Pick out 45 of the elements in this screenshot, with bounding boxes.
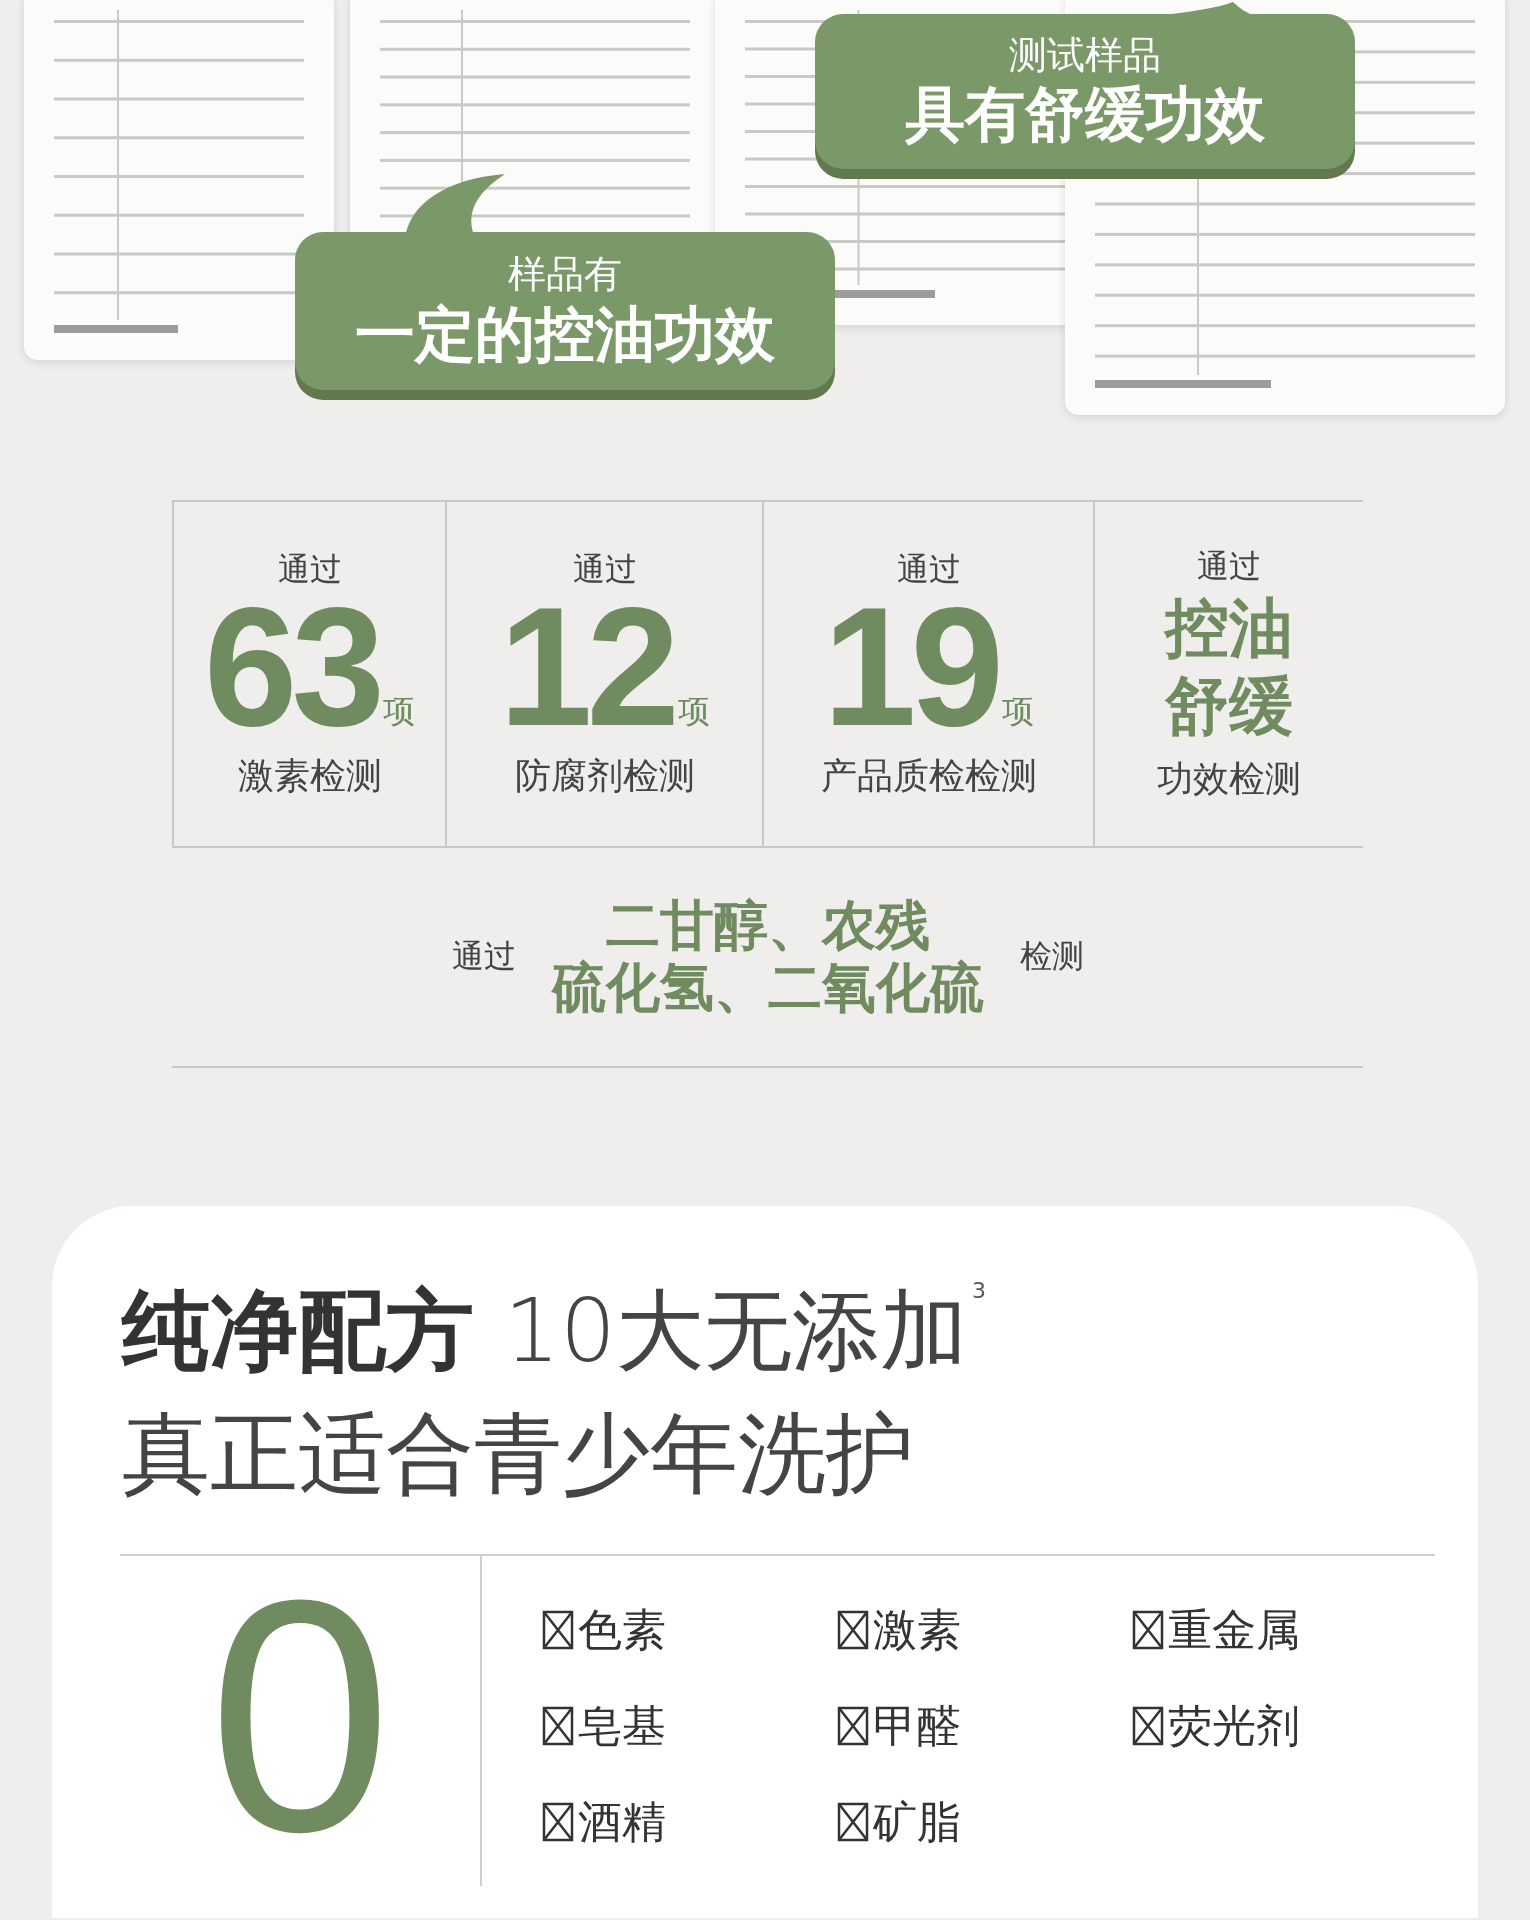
formula-title: 纯净配方 xyxy=(122,1278,474,1384)
free-of-item: 激素 xyxy=(873,1606,961,1654)
passed-item: 硫化氢、二氧化硫 xyxy=(551,957,984,1019)
stat-unit: 项 xyxy=(677,690,710,732)
callout-headline: 具有舒缓功效 xyxy=(905,78,1265,151)
stat-highlight: 舒缓 xyxy=(1165,667,1293,745)
stat-number: 12 xyxy=(499,591,674,742)
stat-label: 激素检测 xyxy=(237,753,382,798)
callout-caption: 样品有 xyxy=(508,252,622,298)
crossed-box-icon xyxy=(542,1802,574,1842)
stat-highlight: 控油 xyxy=(1165,589,1293,667)
crossed-box-icon xyxy=(837,1610,869,1650)
crossed-box-icon xyxy=(837,1706,869,1746)
stat-prefix: 通过 xyxy=(896,548,961,590)
free-of-item: 重金属 xyxy=(1168,1606,1300,1654)
stat-prefix: 通过 xyxy=(1197,545,1261,587)
stat-label: 防腐剂检测 xyxy=(514,753,695,798)
crossed-box-icon xyxy=(542,1610,574,1650)
stat-unit: 项 xyxy=(1001,690,1034,732)
callout-caption: 测试样品 xyxy=(1009,32,1161,79)
crossed-box-icon xyxy=(542,1706,574,1746)
free-of-item: 荧光剂 xyxy=(1168,1702,1300,1750)
stat-prefix: 通过 xyxy=(572,548,637,590)
zero-count: 0 xyxy=(208,1566,392,1886)
callout-headline: 一定的控油功效 xyxy=(355,297,775,370)
stat-number: 19 xyxy=(823,591,998,742)
stat-prefix: 通过 xyxy=(277,548,342,590)
crossed-box-icon xyxy=(837,1802,869,1842)
stat-unit: 项 xyxy=(382,690,415,732)
free-of-item: 皂基 xyxy=(578,1702,666,1750)
free-of-item: 甲醛 xyxy=(873,1702,961,1750)
free-of-item: 矿脂 xyxy=(873,1798,961,1846)
stat-label: 功效检测 xyxy=(1157,756,1301,801)
stat-label: 产品质检检测 xyxy=(820,753,1037,798)
passed-item: 二甘醇、农残 xyxy=(605,895,930,957)
passed-prefix: 通过 xyxy=(451,936,516,977)
passed-suffix: 检测 xyxy=(1019,936,1084,977)
stat-number: 63 xyxy=(204,591,379,742)
formula-subtitle: 10大无添加 xyxy=(504,1278,968,1384)
formula-tagline: 真正适合青少年洗护 xyxy=(122,1401,915,1507)
footnote-mark: 3 xyxy=(972,1277,986,1305)
crossed-box-icon xyxy=(1132,1610,1164,1650)
free-of-item: 酒精 xyxy=(578,1798,666,1846)
free-of-item: 色素 xyxy=(578,1606,666,1654)
crossed-box-icon xyxy=(1132,1706,1164,1746)
